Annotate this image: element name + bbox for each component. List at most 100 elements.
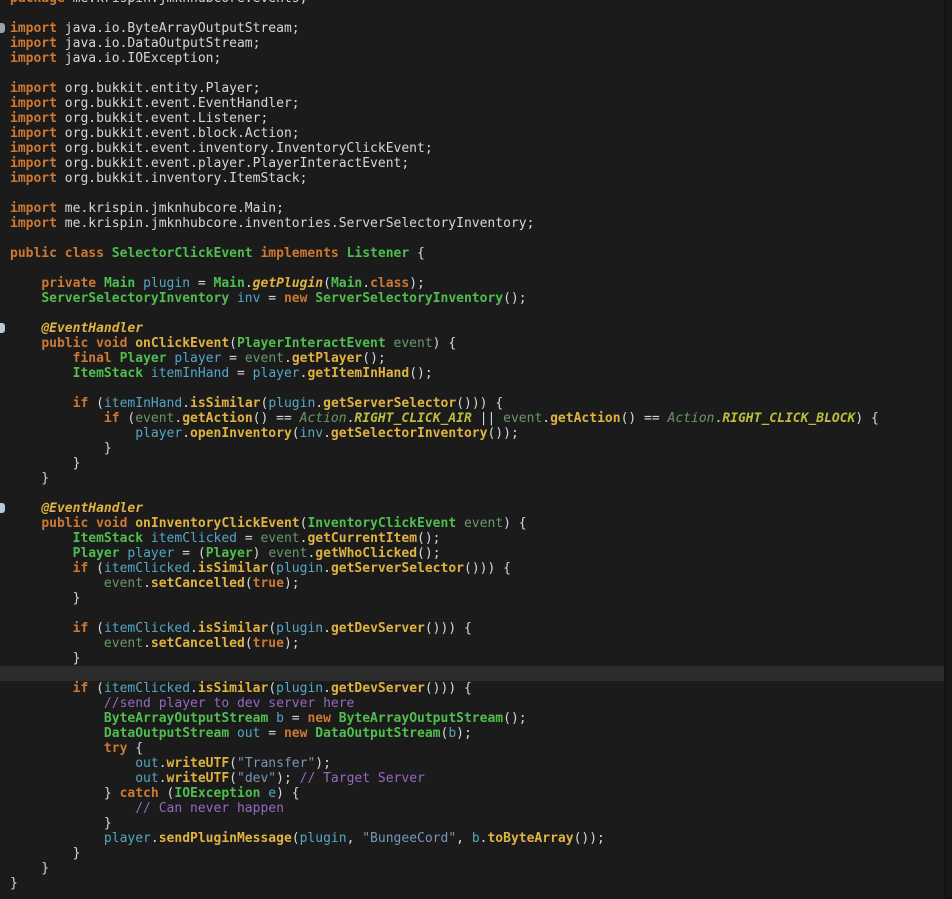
code-line[interactable]: if (itemClicked.isSimilar(plugin.getDevS… bbox=[10, 621, 944, 636]
code-token-mth[interactable]: getCurrentItem bbox=[307, 531, 417, 546]
code-token-kw[interactable]: public void bbox=[41, 336, 135, 351]
code-line[interactable]: if (event.getAction() == Action.RIGHT_CL… bbox=[10, 411, 944, 426]
code-token-pl[interactable] bbox=[331, 711, 339, 726]
code-token-clsi[interactable]: Action bbox=[668, 411, 715, 426]
code-token-pl[interactable]: ) { bbox=[503, 516, 526, 531]
code-token-mth[interactable]: writeUTF bbox=[167, 756, 230, 771]
code-token-const[interactable]: RIGHT_CLICK_AIR bbox=[354, 411, 471, 426]
code-token-pl[interactable]: ); bbox=[315, 756, 331, 771]
code-token-mth[interactable]: getItemInHand bbox=[307, 366, 409, 381]
code-token-kw[interactable]: import bbox=[10, 171, 57, 186]
code-token-str[interactable]: "BungeeCord" bbox=[362, 831, 456, 846]
code-token-mth[interactable]: getDevServer bbox=[331, 681, 425, 696]
code-token-cls[interactable]: DataOutputStream bbox=[315, 726, 440, 741]
code-token-mth[interactable]: getSelectorInventory bbox=[331, 426, 488, 441]
code-token-pl[interactable]: ( bbox=[292, 831, 300, 846]
code-token-pl[interactable]: ( bbox=[245, 576, 253, 591]
code-token-pl[interactable] bbox=[135, 276, 143, 291]
code-token-clsi[interactable]: Action bbox=[300, 411, 347, 426]
code-token-pl[interactable]: org.bukkit.event.EventHandler; bbox=[57, 96, 300, 111]
code-token-kw[interactable]: if bbox=[104, 411, 120, 426]
code-token-kw[interactable]: new bbox=[307, 711, 330, 726]
code-token-pl[interactable]: ( bbox=[245, 636, 253, 651]
code-token-kw[interactable]: import bbox=[10, 111, 57, 126]
code-token-pl[interactable] bbox=[10, 501, 41, 516]
code-line[interactable]: import org.bukkit.inventory.ItemStack; bbox=[10, 171, 944, 186]
code-token-mth[interactable]: sendPluginMessage bbox=[159, 831, 292, 846]
code-line[interactable]: } bbox=[10, 441, 944, 456]
code-line[interactable] bbox=[10, 486, 944, 501]
code-token-var[interactable]: itemClicked bbox=[104, 621, 190, 636]
code-token-pl[interactable] bbox=[10, 321, 41, 336]
code-token-var[interactable]: b bbox=[276, 711, 284, 726]
code-editor[interactable]: package me.krispin.jmknhubcore.events; im… bbox=[0, 0, 952, 899]
code-line[interactable]: } bbox=[10, 471, 944, 486]
code-line[interactable] bbox=[10, 66, 944, 81]
code-token-pl[interactable]: ()); bbox=[487, 426, 518, 441]
code-token-pl[interactable] bbox=[143, 366, 151, 381]
code-token-pl[interactable] bbox=[456, 516, 464, 531]
code-token-var[interactable]: itemInHand bbox=[151, 366, 229, 381]
code-token-pl[interactable]: ( bbox=[323, 276, 331, 291]
code-token-pl[interactable]: } bbox=[10, 471, 49, 486]
code-token-mth[interactable]: onInventoryClickEvent bbox=[135, 516, 299, 531]
code-token-var[interactable]: out bbox=[237, 726, 260, 741]
code-token-cls[interactable]: DataOutputStream bbox=[104, 726, 229, 741]
code-line[interactable]: public void onInventoryClickEvent(Invent… bbox=[10, 516, 944, 531]
code-token-cls[interactable]: InventoryClickEvent bbox=[307, 516, 456, 531]
code-token-var[interactable]: player bbox=[253, 366, 300, 381]
code-token-pl[interactable] bbox=[10, 771, 135, 786]
code-token-pl[interactable]: ); bbox=[284, 636, 300, 651]
code-line[interactable]: import org.bukkit.event.Listener; bbox=[10, 111, 944, 126]
code-line[interactable]: } bbox=[10, 456, 944, 471]
code-token-kw[interactable]: private bbox=[41, 276, 96, 291]
code-token-pl[interactable] bbox=[10, 426, 135, 441]
code-token-cls[interactable]: ServerSelectoryInventory bbox=[41, 291, 229, 306]
code-token-pl[interactable]: . bbox=[182, 396, 190, 411]
code-token-pl[interactable]: { bbox=[127, 741, 143, 756]
code-token-cls[interactable]: ItemStack bbox=[73, 366, 143, 381]
code-line[interactable]: @EventHandler bbox=[10, 321, 944, 336]
code-token-ann[interactable]: @EventHandler bbox=[41, 501, 143, 516]
code-token-pl[interactable] bbox=[143, 531, 151, 546]
code-token-str[interactable]: "dev" bbox=[237, 771, 276, 786]
code-token-prm[interactable]: event bbox=[260, 531, 299, 546]
code-token-pl[interactable]: = bbox=[260, 291, 283, 306]
code-token-pl[interactable]: = bbox=[284, 711, 307, 726]
code-token-pl[interactable] bbox=[386, 336, 394, 351]
code-token-str[interactable]: "Transfer" bbox=[237, 756, 315, 771]
code-token-kw[interactable]: import bbox=[10, 141, 57, 156]
code-token-pl[interactable]: . bbox=[143, 636, 151, 651]
code-token-pl[interactable]: . bbox=[323, 681, 331, 696]
code-token-kw[interactable]: if bbox=[73, 681, 89, 696]
code-line[interactable]: import org.bukkit.event.player.PlayerInt… bbox=[10, 156, 944, 171]
code-token-kw[interactable]: import bbox=[10, 81, 57, 96]
code-token-mth[interactable]: getServerSelector bbox=[323, 396, 456, 411]
code-token-kw[interactable]: package bbox=[10, 0, 65, 6]
code-token-pl[interactable] bbox=[10, 366, 73, 381]
code-token-pl[interactable]: . bbox=[245, 276, 253, 291]
code-token-cls[interactable]: ItemStack bbox=[73, 531, 143, 546]
code-token-pl[interactable]: . bbox=[323, 426, 331, 441]
code-token-pl[interactable] bbox=[10, 726, 104, 741]
code-line[interactable]: } bbox=[10, 816, 944, 831]
code-line[interactable]: ServerSelectoryInventory inv = new Serve… bbox=[10, 291, 944, 306]
code-line[interactable]: private Main plugin = Main.getPlugin(Mai… bbox=[10, 276, 944, 291]
code-token-prm[interactable]: event bbox=[268, 546, 307, 561]
code-token-var[interactable]: itemClicked bbox=[151, 531, 237, 546]
code-token-mth[interactable]: toByteArray bbox=[487, 831, 573, 846]
code-token-pl[interactable]: ( bbox=[88, 621, 104, 636]
code-token-kw[interactable]: class bbox=[370, 276, 409, 291]
code-line[interactable]: } bbox=[10, 651, 944, 666]
code-token-pl[interactable]: ( bbox=[229, 336, 237, 351]
code-token-pl[interactable] bbox=[10, 621, 73, 636]
code-token-pl[interactable]: ) { bbox=[433, 336, 456, 351]
code-token-cls[interactable]: IOException bbox=[174, 786, 260, 801]
code-token-pl[interactable]: java.io.DataOutputStream; bbox=[57, 36, 261, 51]
code-token-pl[interactable]: org.bukkit.event.Listener; bbox=[57, 111, 269, 126]
code-token-pl[interactable]: . bbox=[182, 426, 190, 441]
code-token-pl[interactable] bbox=[10, 636, 104, 651]
code-token-pl[interactable]: ( bbox=[88, 681, 104, 696]
code-line[interactable]: } bbox=[10, 876, 944, 891]
code-token-cls[interactable]: PlayerInteractEvent bbox=[237, 336, 386, 351]
